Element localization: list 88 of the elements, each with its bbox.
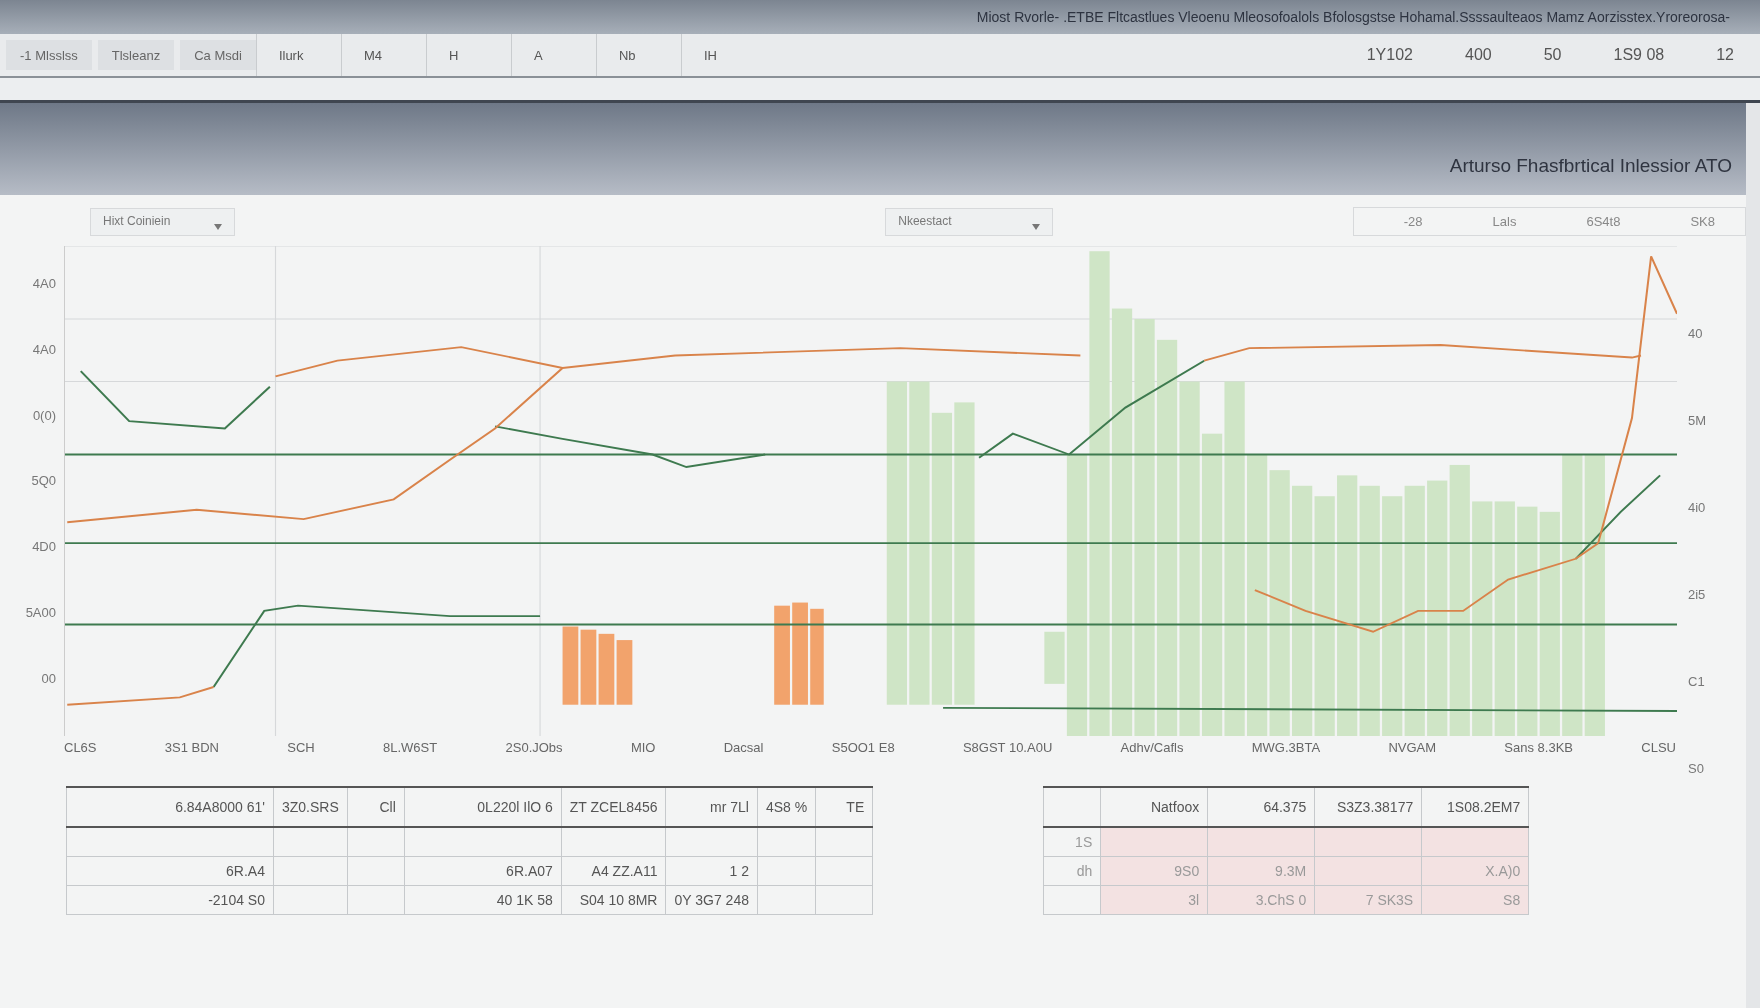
chart-bar xyxy=(616,640,633,705)
table-header-cell: TE xyxy=(815,787,873,827)
table-cell: A4 ZZ.A11 xyxy=(561,856,666,886)
row-label: 1S xyxy=(1043,827,1101,857)
axis-label: 5Q0 xyxy=(31,473,56,489)
table-cell: 0Y 3G7 248 xyxy=(666,885,758,915)
range-value: Lals xyxy=(1492,214,1517,229)
row-label xyxy=(1043,885,1101,915)
axis-label: 0(0) xyxy=(32,407,56,423)
axis-label: 4D0 xyxy=(32,539,56,555)
table-cell xyxy=(815,856,873,886)
row-label: dh xyxy=(1043,856,1101,886)
axis-label: NVGAM xyxy=(1388,740,1437,755)
axis-label: 3S1 BDN xyxy=(164,740,219,755)
toolbar-value: 50 xyxy=(1542,46,1563,64)
toolbar-cell[interactable]: Nb xyxy=(595,34,681,76)
axis-label: 4i0 xyxy=(1688,500,1706,515)
axis-label: 5A00 xyxy=(25,605,56,621)
axis-label: 8L.W6ST xyxy=(383,740,438,755)
caret-icon xyxy=(214,223,223,230)
dropdown[interactable]: Hixt Coiniein xyxy=(90,207,236,236)
table-cell xyxy=(757,885,816,915)
table-cell: 9S0 xyxy=(1100,856,1208,886)
table-cell: S04 10 8MR xyxy=(561,885,666,915)
dropdown[interactable]: Nkeestact xyxy=(885,207,1053,236)
axis-label: 2i5 xyxy=(1688,587,1706,602)
table-cell xyxy=(757,856,816,886)
toolbar-cell[interactable]: A xyxy=(510,34,596,76)
axis-label: 4A0 xyxy=(32,341,56,357)
axis-label: 00 xyxy=(41,670,56,686)
table-cell: 6R.A07 xyxy=(404,856,562,886)
axis-label: MWG.3BTA xyxy=(1251,740,1321,755)
table-cell xyxy=(347,856,405,886)
toolbar-value: 1S9 08 xyxy=(1612,46,1666,64)
axis-label: S5OO1 E8 xyxy=(831,740,895,755)
table-cell xyxy=(347,827,405,857)
table-cell: X.A)0 xyxy=(1421,856,1529,886)
table-cell: 1 2 xyxy=(666,856,758,886)
table-header-cell: Cll xyxy=(347,787,405,827)
table-cell: 3.ChS 0 xyxy=(1207,885,1315,915)
axis-label: Dacsal xyxy=(723,740,764,755)
range-value: SK8 xyxy=(1690,214,1715,229)
toolbar-button[interactable]: Tlsleanz xyxy=(97,40,175,70)
window-title: Miost Rvorle- .ETBE Fltcastlues Vleoenu Mleosofoalols Bfolosgstse Hohamal.Ssssaulteaos Mamz Aorzisstex.Yroreorosa- xyxy=(976,9,1730,25)
range-value: -28 xyxy=(1403,214,1423,229)
table-header-cell: ZT ZCEL8456 xyxy=(561,787,666,827)
axis-label: 2S0.JObs xyxy=(505,740,563,755)
axis-label: CLSU xyxy=(1641,740,1676,755)
axis-label: CL6S xyxy=(64,740,97,755)
axis-label: C1 xyxy=(1688,674,1705,689)
axis-label: 40 xyxy=(1688,326,1703,341)
toolbar-value: 400 xyxy=(1464,46,1493,64)
table-header-cell: 4S8 % xyxy=(757,787,816,827)
range-value: 6S4t8 xyxy=(1586,214,1621,229)
axis-label: S0 xyxy=(1688,761,1704,776)
table-header-cell: 3Z0.SRS xyxy=(273,787,348,827)
table-cell: S8 xyxy=(1421,885,1529,915)
axis-label: 5M xyxy=(1688,413,1707,428)
toolbar-cell[interactable]: H xyxy=(425,34,511,76)
toolbar-button[interactable]: Ca Msdi xyxy=(180,40,256,70)
axis-label: SCH xyxy=(287,740,315,755)
table-cell: -2104 S0 xyxy=(66,885,274,915)
table-header-cell: 0L220l IlO 6 xyxy=(404,787,562,827)
toolbar-value: 12 xyxy=(1715,46,1735,64)
axis-label: 4A0 xyxy=(32,276,56,291)
table-cell: 40 1K 58 xyxy=(404,885,562,915)
toolbar-cell[interactable]: M4 xyxy=(340,34,426,76)
toolbar-cell[interactable]: Ilurk xyxy=(255,34,341,76)
axis-label: MIO xyxy=(630,740,656,755)
table-cell xyxy=(815,885,873,915)
axis-label: Sans 8.3KB xyxy=(1504,740,1573,755)
table-cell xyxy=(757,827,816,857)
table-header-cell: 6.84A8000 61' xyxy=(66,787,274,827)
table-header-cell: mr 7Ll xyxy=(666,787,758,827)
caret-icon xyxy=(1031,223,1040,230)
table-cell: 9.3M xyxy=(1207,856,1315,886)
toolbar-cell[interactable]: IH xyxy=(680,34,766,76)
table-cell: 7 SK3S xyxy=(1314,885,1422,915)
table-cell: 3l xyxy=(1100,885,1208,915)
chart-bar xyxy=(598,633,615,705)
table-cell xyxy=(815,827,873,857)
table-cell: 6R.A4 xyxy=(66,856,274,886)
axis-label: S8GST 10.A0U xyxy=(962,740,1053,755)
panel-title: Arturso Fhasfbrtical Inlessior ATO xyxy=(1449,155,1732,177)
table-cell xyxy=(347,885,405,915)
axis-label: Adhv/Cafls xyxy=(1120,740,1184,755)
toolbar-button[interactable]: -1 Mlsslss xyxy=(6,40,92,70)
toolbar-value: 1Y102 xyxy=(1365,46,1414,64)
